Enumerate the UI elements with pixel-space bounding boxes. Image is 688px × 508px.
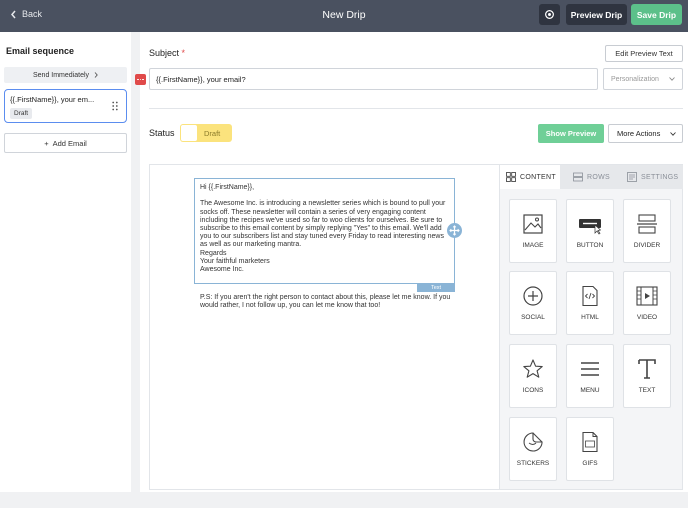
personalization-dropdown[interactable]: Personalization <box>603 68 683 90</box>
move-arrows-icon <box>449 225 460 236</box>
tile-video[interactable]: VIDEO <box>623 271 671 335</box>
button-icon <box>579 219 601 235</box>
chevron-left-icon <box>11 10 16 18</box>
more-actions-label: More Actions <box>617 129 661 138</box>
rows-icon <box>573 172 583 182</box>
email-body-text[interactable]: Hi {{.FirstName}}, The Awesome Inc. is i… <box>200 184 449 274</box>
email-editor: Hi {{.FirstName}}, The Awesome Inc. is i… <box>149 164 683 490</box>
tile-social[interactable]: SOCIAL <box>509 271 557 335</box>
divider <box>149 108 683 109</box>
plus-icon: + <box>44 138 49 148</box>
send-label: Send Immediately <box>32 71 90 79</box>
tile-label: BUTTON <box>576 242 604 249</box>
add-email-label: Add Email <box>52 138 87 148</box>
tile-label: DIVIDER <box>633 242 661 249</box>
html-file-icon <box>582 285 598 307</box>
status-label: Status <box>149 128 175 138</box>
editor-canvas[interactable]: Hi {{.FirstName}}, The Awesome Inc. is i… <box>150 165 499 489</box>
main-panel: Subject * Edit Preview Text {{.FirstName… <box>135 32 688 492</box>
personalization-placeholder: Personalization <box>611 75 659 83</box>
show-preview-button[interactable]: Show Preview <box>538 124 604 143</box>
image-icon <box>523 214 543 234</box>
tile-label: GIFS <box>582 460 598 467</box>
tile-image[interactable]: IMAGE <box>509 199 557 263</box>
top-bar: Back New Drip Preview Drip Save Drip <box>0 0 688 32</box>
more-actions-dropdown[interactable]: More Actions <box>608 124 683 143</box>
grid-icon <box>506 172 516 182</box>
tile-stickers[interactable]: STICKERS <box>509 417 557 481</box>
drag-handle-icon[interactable] <box>112 101 118 111</box>
emoji-picker-icon[interactable] <box>135 74 146 85</box>
menu-icon <box>581 362 599 376</box>
sidebar-divider <box>131 32 140 492</box>
tab-rows[interactable]: ROWS <box>573 165 623 189</box>
back-button[interactable]: Back <box>10 9 42 19</box>
status-value: Draft <box>204 129 221 138</box>
text-t-icon <box>638 359 656 379</box>
email-card-subject: {{.FirstName}}, your em... <box>10 95 95 104</box>
tile-label: STICKERS <box>516 460 550 467</box>
chevron-down-icon <box>669 77 675 81</box>
tab-label: SETTINGS <box>641 173 679 181</box>
tile-text[interactable]: TEXT <box>623 344 671 408</box>
email-sequence-sidebar: Email sequence Send Immediately {{.First… <box>0 32 131 492</box>
chevron-right-icon <box>94 72 98 78</box>
gif-file-icon <box>582 431 598 453</box>
settings-icon <box>627 172 637 182</box>
tile-icons[interactable]: ICONS <box>509 344 557 408</box>
subject-label-text: Subject <box>149 48 180 58</box>
send-immediately-step[interactable]: Send Immediately <box>4 67 127 83</box>
add-email-button[interactable]: + Add Email <box>4 133 127 153</box>
tile-label: VIDEO <box>636 314 658 321</box>
edit-preview-text-button[interactable]: Edit Preview Text <box>605 45 683 62</box>
tile-menu[interactable]: MENU <box>566 344 614 408</box>
tile-label: IMAGE <box>522 242 544 249</box>
email-card[interactable]: {{.FirstName}}, your em... Draft <box>4 89 127 123</box>
star-icon <box>523 359 543 378</box>
tile-button[interactable]: BUTTON <box>566 199 614 263</box>
plus-circle-icon <box>523 286 543 306</box>
status-toggle[interactable]: Draft <box>180 124 232 142</box>
content-panel: CONTENT ROWS SETTINGS IMAGE BUTTON DIVID… <box>499 165 683 489</box>
gear-icon <box>545 10 554 19</box>
tile-divider[interactable]: DIVIDER <box>623 199 671 263</box>
required-mark: * <box>181 48 186 58</box>
tab-settings[interactable]: SETTINGS <box>627 165 683 189</box>
tile-label: TEXT <box>638 387 656 394</box>
move-block-handle[interactable] <box>447 223 462 238</box>
selected-text-block[interactable]: Hi {{.FirstName}}, The Awesome Inc. is i… <box>194 178 455 284</box>
divider-icon <box>637 214 657 234</box>
tile-html[interactable]: HTML <box>566 271 614 335</box>
ps-text[interactable]: P.S: If you aren't the right person to c… <box>200 294 452 311</box>
tile-gifs[interactable]: GIFS <box>566 417 614 481</box>
tab-label: ROWS <box>587 173 610 181</box>
status-badge: Draft <box>10 108 33 119</box>
tile-label: HTML <box>581 314 599 321</box>
subject-label: Subject * <box>149 48 185 58</box>
settings-button[interactable] <box>539 4 560 25</box>
back-label: Back <box>22 9 43 19</box>
preview-drip-button[interactable]: Preview Drip <box>566 4 627 25</box>
tab-label: CONTENT <box>520 173 556 181</box>
sticker-icon <box>523 432 543 452</box>
subject-input[interactable]: {{.FirstName}}, your email? <box>149 68 598 90</box>
tile-label: MENU <box>580 387 600 394</box>
tab-content[interactable]: CONTENT <box>500 165 560 189</box>
video-film-icon <box>636 286 658 306</box>
sidebar-title: Email sequence <box>6 46 75 56</box>
tile-label: ICONS <box>522 387 544 394</box>
chevron-down-icon <box>670 132 676 136</box>
toggle-knob <box>181 125 197 141</box>
panel-tabs: CONTENT ROWS SETTINGS <box>500 165 683 189</box>
save-drip-button[interactable]: Save Drip <box>631 4 682 25</box>
block-type-tag: Text <box>417 284 455 292</box>
tile-label: SOCIAL <box>521 314 545 321</box>
